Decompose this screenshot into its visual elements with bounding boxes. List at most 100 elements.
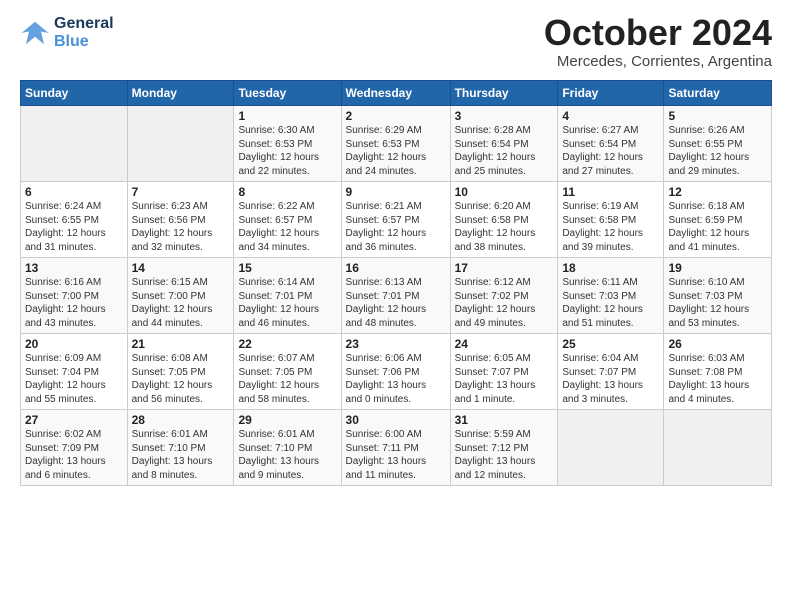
calendar-cell: 27Sunrise: 6:02 AM Sunset: 7:09 PM Dayli… xyxy=(21,410,128,486)
day-header-friday: Friday xyxy=(558,81,664,106)
calendar-cell: 22Sunrise: 6:07 AM Sunset: 7:05 PM Dayli… xyxy=(234,334,341,410)
day-info: Sunrise: 6:28 AM Sunset: 6:54 PM Dayligh… xyxy=(455,124,554,178)
day-info: Sunrise: 6:09 AM Sunset: 7:04 PM Dayligh… xyxy=(25,352,123,406)
day-number: 30 xyxy=(346,413,446,427)
day-info: Sunrise: 6:04 AM Sunset: 7:07 PM Dayligh… xyxy=(562,352,659,406)
day-info: Sunrise: 6:06 AM Sunset: 7:06 PM Dayligh… xyxy=(346,352,446,406)
calendar-cell: 24Sunrise: 6:05 AM Sunset: 7:07 PM Dayli… xyxy=(450,334,558,410)
day-number: 17 xyxy=(455,261,554,275)
day-number: 8 xyxy=(238,185,336,199)
day-info: Sunrise: 6:14 AM Sunset: 7:01 PM Dayligh… xyxy=(238,276,336,330)
calendar-cell xyxy=(558,410,664,486)
calendar-cell: 8Sunrise: 6:22 AM Sunset: 6:57 PM Daylig… xyxy=(234,182,341,258)
day-number: 27 xyxy=(25,413,123,427)
calendar-cell: 14Sunrise: 6:15 AM Sunset: 7:00 PM Dayli… xyxy=(127,258,234,334)
day-number: 29 xyxy=(238,413,336,427)
title-area: October 2024 Mercedes, Corrientes, Argen… xyxy=(544,15,772,70)
day-number: 5 xyxy=(668,109,767,123)
calendar-cell: 2Sunrise: 6:29 AM Sunset: 6:53 PM Daylig… xyxy=(341,106,450,182)
day-number: 28 xyxy=(132,413,230,427)
day-number: 25 xyxy=(562,337,659,351)
day-info: Sunrise: 6:01 AM Sunset: 7:10 PM Dayligh… xyxy=(132,428,230,482)
day-info: Sunrise: 6:16 AM Sunset: 7:00 PM Dayligh… xyxy=(25,276,123,330)
day-number: 2 xyxy=(346,109,446,123)
calendar-cell: 31Sunrise: 5:59 AM Sunset: 7:12 PM Dayli… xyxy=(450,410,558,486)
calendar-week-4: 20Sunrise: 6:09 AM Sunset: 7:04 PM Dayli… xyxy=(21,334,772,410)
logo: General Blue xyxy=(20,15,114,51)
calendar-cell: 20Sunrise: 6:09 AM Sunset: 7:04 PM Dayli… xyxy=(21,334,128,410)
day-header-sunday: Sunday xyxy=(21,81,128,106)
calendar: SundayMondayTuesdayWednesdayThursdayFrid… xyxy=(20,80,772,486)
day-number: 16 xyxy=(346,261,446,275)
day-number: 4 xyxy=(562,109,659,123)
logo-icon xyxy=(20,18,50,48)
day-number: 3 xyxy=(455,109,554,123)
day-number: 21 xyxy=(132,337,230,351)
day-info: Sunrise: 6:30 AM Sunset: 6:53 PM Dayligh… xyxy=(238,124,336,178)
calendar-cell: 6Sunrise: 6:24 AM Sunset: 6:55 PM Daylig… xyxy=(21,182,128,258)
calendar-week-1: 1Sunrise: 6:30 AM Sunset: 6:53 PM Daylig… xyxy=(21,106,772,182)
day-number: 15 xyxy=(238,261,336,275)
day-info: Sunrise: 6:02 AM Sunset: 7:09 PM Dayligh… xyxy=(25,428,123,482)
day-info: Sunrise: 6:27 AM Sunset: 6:54 PM Dayligh… xyxy=(562,124,659,178)
calendar-cell: 18Sunrise: 6:11 AM Sunset: 7:03 PM Dayli… xyxy=(558,258,664,334)
calendar-cell: 17Sunrise: 6:12 AM Sunset: 7:02 PM Dayli… xyxy=(450,258,558,334)
calendar-cell: 12Sunrise: 6:18 AM Sunset: 6:59 PM Dayli… xyxy=(664,182,772,258)
month-title: October 2024 xyxy=(544,15,772,51)
day-info: Sunrise: 6:11 AM Sunset: 7:03 PM Dayligh… xyxy=(562,276,659,330)
day-number: 24 xyxy=(455,337,554,351)
day-info: Sunrise: 5:59 AM Sunset: 7:12 PM Dayligh… xyxy=(455,428,554,482)
day-info: Sunrise: 6:20 AM Sunset: 6:58 PM Dayligh… xyxy=(455,200,554,254)
day-info: Sunrise: 6:05 AM Sunset: 7:07 PM Dayligh… xyxy=(455,352,554,406)
calendar-cell xyxy=(664,410,772,486)
calendar-cell: 21Sunrise: 6:08 AM Sunset: 7:05 PM Dayli… xyxy=(127,334,234,410)
day-info: Sunrise: 6:23 AM Sunset: 6:56 PM Dayligh… xyxy=(132,200,230,254)
day-number: 6 xyxy=(25,185,123,199)
day-info: Sunrise: 6:01 AM Sunset: 7:10 PM Dayligh… xyxy=(238,428,336,482)
day-info: Sunrise: 6:13 AM Sunset: 7:01 PM Dayligh… xyxy=(346,276,446,330)
calendar-header-row: SundayMondayTuesdayWednesdayThursdayFrid… xyxy=(21,81,772,106)
day-number: 13 xyxy=(25,261,123,275)
day-number: 11 xyxy=(562,185,659,199)
calendar-cell: 1Sunrise: 6:30 AM Sunset: 6:53 PM Daylig… xyxy=(234,106,341,182)
day-header-wednesday: Wednesday xyxy=(341,81,450,106)
day-number: 12 xyxy=(668,185,767,199)
calendar-week-2: 6Sunrise: 6:24 AM Sunset: 6:55 PM Daylig… xyxy=(21,182,772,258)
day-info: Sunrise: 6:18 AM Sunset: 6:59 PM Dayligh… xyxy=(668,200,767,254)
day-info: Sunrise: 6:29 AM Sunset: 6:53 PM Dayligh… xyxy=(346,124,446,178)
calendar-cell: 10Sunrise: 6:20 AM Sunset: 6:58 PM Dayli… xyxy=(450,182,558,258)
day-info: Sunrise: 6:15 AM Sunset: 7:00 PM Dayligh… xyxy=(132,276,230,330)
logo-text: General Blue xyxy=(54,15,114,51)
day-info: Sunrise: 6:12 AM Sunset: 7:02 PM Dayligh… xyxy=(455,276,554,330)
calendar-cell: 7Sunrise: 6:23 AM Sunset: 6:56 PM Daylig… xyxy=(127,182,234,258)
calendar-cell: 3Sunrise: 6:28 AM Sunset: 6:54 PM Daylig… xyxy=(450,106,558,182)
day-number: 26 xyxy=(668,337,767,351)
day-number: 22 xyxy=(238,337,336,351)
day-info: Sunrise: 6:07 AM Sunset: 7:05 PM Dayligh… xyxy=(238,352,336,406)
day-info: Sunrise: 6:03 AM Sunset: 7:08 PM Dayligh… xyxy=(668,352,767,406)
day-number: 10 xyxy=(455,185,554,199)
calendar-cell: 30Sunrise: 6:00 AM Sunset: 7:11 PM Dayli… xyxy=(341,410,450,486)
day-number: 19 xyxy=(668,261,767,275)
calendar-cell: 29Sunrise: 6:01 AM Sunset: 7:10 PM Dayli… xyxy=(234,410,341,486)
day-info: Sunrise: 6:19 AM Sunset: 6:58 PM Dayligh… xyxy=(562,200,659,254)
calendar-cell: 13Sunrise: 6:16 AM Sunset: 7:00 PM Dayli… xyxy=(21,258,128,334)
day-info: Sunrise: 6:21 AM Sunset: 6:57 PM Dayligh… xyxy=(346,200,446,254)
day-info: Sunrise: 6:22 AM Sunset: 6:57 PM Dayligh… xyxy=(238,200,336,254)
calendar-week-3: 13Sunrise: 6:16 AM Sunset: 7:00 PM Dayli… xyxy=(21,258,772,334)
day-number: 31 xyxy=(455,413,554,427)
day-info: Sunrise: 6:10 AM Sunset: 7:03 PM Dayligh… xyxy=(668,276,767,330)
calendar-cell xyxy=(127,106,234,182)
day-info: Sunrise: 6:26 AM Sunset: 6:55 PM Dayligh… xyxy=(668,124,767,178)
calendar-cell: 28Sunrise: 6:01 AM Sunset: 7:10 PM Dayli… xyxy=(127,410,234,486)
calendar-cell: 5Sunrise: 6:26 AM Sunset: 6:55 PM Daylig… xyxy=(664,106,772,182)
page: General Blue October 2024 Mercedes, Corr… xyxy=(0,0,792,496)
calendar-cell: 11Sunrise: 6:19 AM Sunset: 6:58 PM Dayli… xyxy=(558,182,664,258)
calendar-cell: 16Sunrise: 6:13 AM Sunset: 7:01 PM Dayli… xyxy=(341,258,450,334)
day-number: 23 xyxy=(346,337,446,351)
calendar-cell: 4Sunrise: 6:27 AM Sunset: 6:54 PM Daylig… xyxy=(558,106,664,182)
calendar-week-5: 27Sunrise: 6:02 AM Sunset: 7:09 PM Dayli… xyxy=(21,410,772,486)
day-number: 1 xyxy=(238,109,336,123)
day-header-thursday: Thursday xyxy=(450,81,558,106)
day-number: 14 xyxy=(132,261,230,275)
